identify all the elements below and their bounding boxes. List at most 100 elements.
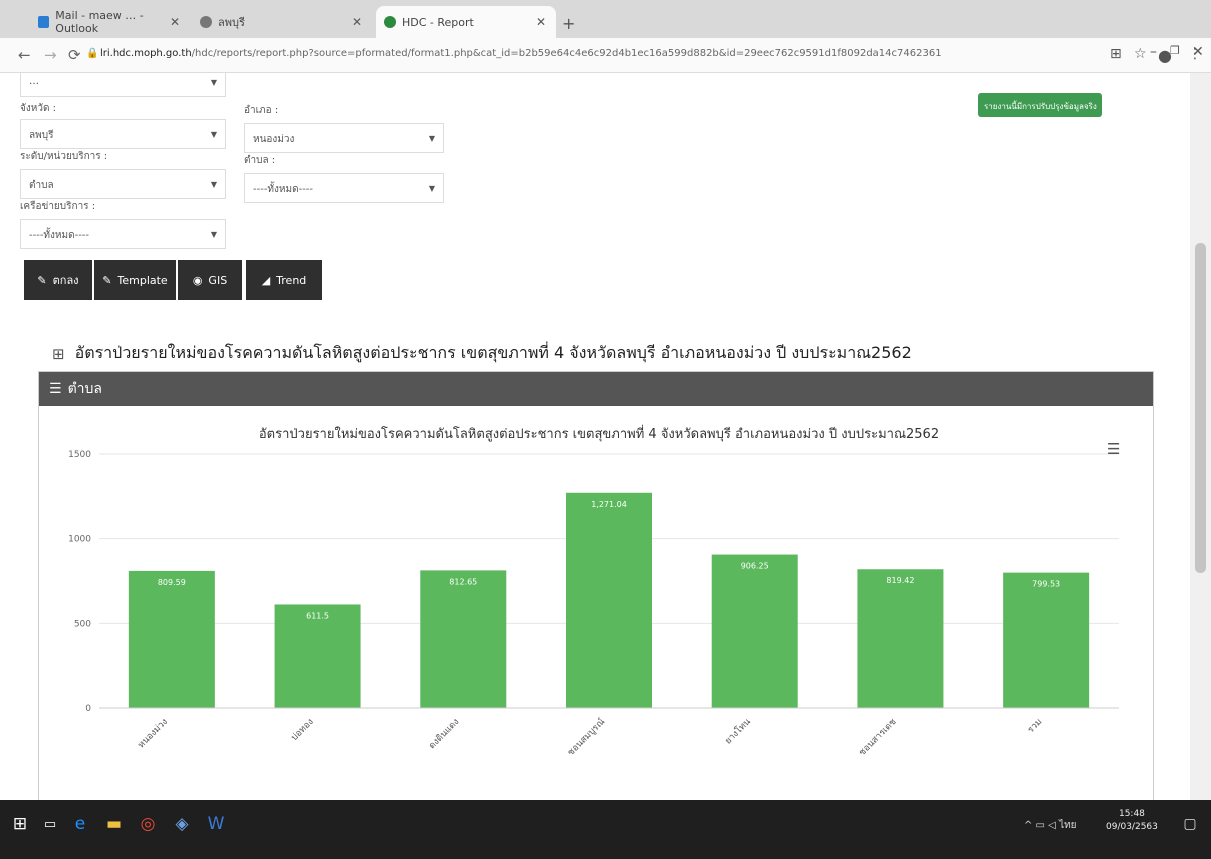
lock-icon: 🔒 <box>86 48 99 59</box>
task-view-icon[interactable]: ▭ <box>36 810 64 838</box>
system-tray[interactable]: ^ ▭ ◁ ไทย <box>1024 818 1077 833</box>
select-value: ----ทั้งหมด---- <box>253 184 314 195</box>
url-path: /hdc/reports/report.php?source=pformated… <box>191 48 942 59</box>
data-update-button[interactable]: รายงานนี้มีการปรับปรุงข้อมูลจริง <box>978 93 1102 117</box>
minimize-icon[interactable]: – <box>1150 44 1157 60</box>
hamburger-icon[interactable]: ☰ <box>49 381 62 397</box>
data-label: 1,271.04 <box>591 500 627 509</box>
clock-time: 15:48 <box>1118 809 1145 819</box>
trend-icon: ◢ <box>261 273 271 287</box>
back-icon[interactable]: ← <box>18 46 31 64</box>
x-tick-label: ยางโทน <box>723 716 753 746</box>
chevron-down-icon: ▼ <box>428 134 435 143</box>
x-tick-label: รวม <box>1026 717 1044 735</box>
bar <box>1003 572 1090 708</box>
outlook-icon <box>38 16 50 28</box>
panel-header: ☰ ตำบล <box>39 372 1153 406</box>
star-icon[interactable]: ☆ <box>1134 46 1147 62</box>
close-tab-icon[interactable]: ✕ <box>536 15 546 29</box>
bar <box>857 569 944 708</box>
language-indicator[interactable]: ไทย <box>1059 820 1076 831</box>
globe-icon <box>200 16 212 28</box>
template-button[interactable]: ✎ Template <box>94 260 176 300</box>
level-select[interactable]: ตำบล ▼ <box>20 169 226 199</box>
chevron-down-icon: ▼ <box>210 230 217 239</box>
x-tick-label: ชอนสารเดช <box>857 717 898 758</box>
translate-icon[interactable]: ⊞ <box>1110 46 1122 62</box>
data-label: 611.5 <box>306 611 329 620</box>
edit-icon: ✎ <box>37 273 47 287</box>
file-explorer-icon[interactable]: ▬ <box>100 810 128 838</box>
windows-start-icon[interactable]: ⊞ <box>6 810 34 838</box>
level-label: ระดับ/หน่วยบริการ : <box>20 151 108 162</box>
x-tick-label: บ่อทอง <box>290 717 316 743</box>
new-tab-button[interactable]: + <box>562 14 575 33</box>
tab-outlook[interactable]: Mail - maew … - Outlook ✕ <box>30 6 190 38</box>
close-tab-icon[interactable]: ✕ <box>352 15 362 29</box>
maximize-icon[interactable]: ❐ <box>1170 44 1180 57</box>
app-icon[interactable]: ◈ <box>168 810 196 838</box>
close-tab-icon[interactable]: ✕ <box>170 15 180 29</box>
url-host: lri.hdc.moph.go.th <box>100 48 192 59</box>
chart-title: อัตราป่วยรายใหม่ของโรคความดันโลหิตสูงต่อ… <box>259 425 939 442</box>
bar-chart: อัตราป่วยรายใหม่ของโรคความดันโลหิตสูงต่อ… <box>68 425 1119 758</box>
chrome-icon[interactable]: ◎ <box>134 810 162 838</box>
select-value: ตำบล <box>29 180 54 191</box>
top-select[interactable]: … ▼ <box>20 73 226 97</box>
tab-lopburi[interactable]: ลพบุรี ✕ <box>192 6 372 38</box>
select-value: ----ทั้งหมด---- <box>29 230 90 241</box>
data-label: 809.59 <box>158 578 186 587</box>
report-page: … ▼ จังหวัด : ลพบุรี ▼ อำเภอ : หนองม่วง ▼ ร… <box>0 73 1190 800</box>
y-tick-label: 0 <box>85 704 91 714</box>
taskbar-clock[interactable]: 15:48 09/03/2563 <box>1106 808 1158 834</box>
vertical-scrollbar[interactable] <box>1190 73 1211 800</box>
network-select[interactable]: ----ทั้งหมด---- ▼ <box>20 219 226 249</box>
province-label: จังหวัด : <box>20 103 56 114</box>
bar <box>711 554 798 708</box>
word-icon[interactable]: W <box>202 810 230 838</box>
tab-title: HDC - Report <box>402 15 474 29</box>
address-bar: ← → ⟳ 🔒 lri.hdc.moph.go.th/hdc/reports/r… <box>0 38 1211 73</box>
browser-tab-strip: Mail - maew … - Outlook ✕ ลพบุรี ✕ HDC -… <box>0 0 1211 38</box>
reload-icon[interactable]: ⟳ <box>68 46 81 64</box>
data-label: 799.53 <box>1032 580 1060 589</box>
tab-title: Mail - maew … - Outlook <box>55 9 144 35</box>
scrollbar-thumb[interactable] <box>1195 243 1206 573</box>
bar <box>128 570 215 708</box>
chevron-down-icon: ▼ <box>210 130 217 139</box>
select-value: … <box>29 76 39 87</box>
report-heading: ⊞ อัตราป่วยรายใหม่ของโรคความดันโลหิตสูงต… <box>52 341 912 366</box>
table-icon: ⊞ <box>52 344 65 363</box>
notification-icon[interactable]: ▢ <box>1176 810 1204 838</box>
hdc-icon <box>384 16 396 28</box>
forward-icon[interactable]: → <box>44 46 57 64</box>
kpi-button[interactable]: ✎ ตกลง <box>24 260 92 300</box>
tab-hdc-report[interactable]: HDC - Report ✕ <box>376 6 556 38</box>
gis-button[interactable]: ◉ GIS <box>178 260 242 300</box>
x-tick-label: ดงดินแดง <box>427 716 462 751</box>
globe-icon: ◉ <box>192 273 203 287</box>
data-label: 906.25 <box>741 562 769 571</box>
y-tick-label: 500 <box>74 619 91 629</box>
bar <box>566 492 652 708</box>
x-tick-label: ชอนสมบูรณ์ <box>565 716 607 758</box>
data-label: 812.65 <box>449 577 477 586</box>
bar <box>420 570 507 708</box>
button-label: ตกลง <box>52 274 79 287</box>
url-field[interactable]: lri.hdc.moph.go.th/hdc/reports/report.ph… <box>100 48 942 59</box>
button-label: GIS <box>208 273 228 287</box>
close-window-icon[interactable]: ✕ <box>1192 44 1204 60</box>
trend-button[interactable]: ◢ Trend <box>246 260 322 300</box>
district-select[interactable]: หนองม่วง ▼ <box>244 123 444 153</box>
edge-icon[interactable]: e <box>66 810 94 838</box>
subdistrict-select[interactable]: ----ทั้งหมด---- ▼ <box>244 173 444 203</box>
select-value: ลพบุรี <box>29 130 54 141</box>
tab-title: ลพบุรี <box>218 16 245 29</box>
chart-menu-icon[interactable]: ☰ <box>1107 440 1120 458</box>
network-label: เครือข่ายบริการ : <box>20 201 96 212</box>
report-title: อัตราป่วยรายใหม่ของโรคความดันโลหิตสูงต่อ… <box>74 343 912 362</box>
province-select[interactable]: ลพบุรี ▼ <box>20 119 226 149</box>
windows-taskbar: ⊞ ▭ e ▬ ◎ ◈ W ^ ▭ ◁ ไทย 15:48 09/03/2563… <box>0 800 1211 859</box>
subdistrict-label: ตำบล : <box>244 155 276 166</box>
data-label: 819.42 <box>886 576 914 585</box>
